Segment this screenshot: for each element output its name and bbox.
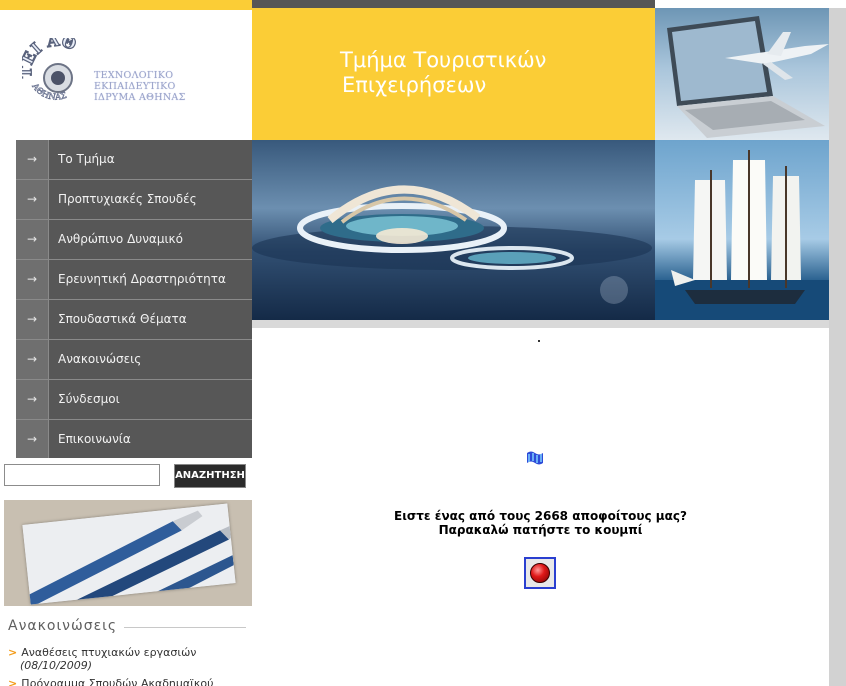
floating-island-resort-photo xyxy=(252,140,655,320)
menu-item-label: Σπουδαστικά Θέματα xyxy=(58,312,187,326)
menu-item-label: Προπτυχιακές Σπουδές xyxy=(58,192,197,206)
laptop-airplane-photo xyxy=(655,8,829,140)
arrow-right-icon: → xyxy=(16,420,49,459)
arrow-right-icon: → xyxy=(16,340,49,379)
pens-photo-frame xyxy=(22,503,236,605)
menu-item-label: Επικοινωνία xyxy=(58,432,131,446)
tei-seal-logo: ΤΕΙ ΑΘΗΝΑΣ ΑΘΗΝΑΣ xyxy=(22,38,80,103)
announcement-title: Αναθέσεις πτυχιακών εργασιών xyxy=(21,646,197,659)
red-button-icon xyxy=(530,563,550,583)
search-box: ΑΝΑΖΗΤΗΣΗ xyxy=(0,458,252,494)
dot-mark xyxy=(538,340,540,342)
alumni-prompt: Ειστε ένας από τους 2668 αποφοίτους μας?… xyxy=(252,509,829,537)
department-title: Τμήμα Τουριστικών Επιχειρήσεων xyxy=(340,48,546,98)
sailing-ship-photo xyxy=(655,140,829,320)
arrow-right-icon: → xyxy=(16,180,49,219)
right-margin-bar xyxy=(829,8,846,686)
main-menu: → Το Τμήμα → Προπτυχιακές Σπουδές → Ανθρ… xyxy=(16,140,252,460)
menu-item-student-affairs[interactable]: → Σπουδαστικά Θέματα xyxy=(16,300,252,340)
announcement-title: Πρόγραμμα Σπουδών Ακαδημαϊκού xyxy=(21,677,214,686)
top-yellow-strip xyxy=(0,0,252,10)
menu-item-label: Σύνδεσμοι xyxy=(58,392,120,406)
announcements-heading-rule xyxy=(124,627,246,628)
header-top-bar xyxy=(252,0,655,8)
announcement-date: (08/10/2009) xyxy=(20,659,92,672)
page: Τμήμα Τουριστικών Επιχειρήσεων Ειστε ένα… xyxy=(0,0,846,686)
arrow-right-icon: → xyxy=(16,300,49,339)
arrow-right-icon: → xyxy=(16,220,49,259)
announcements-heading: Ανακοινώσεις xyxy=(8,618,118,634)
logo-area[interactable]: ΤΕΙ ΑΘΗΝΑΣ ΑΘΗΝΑΣ ΤΕΧΝΟΛΟΓΙΚΟ ΕΚΠΑΙΔΕΥΤΙ… xyxy=(0,10,252,140)
institution-name: ΤΕΧΝΟΛΟΓΙΚΟ ΕΚΠΑΙΔΕΥΤΙΚΟ ΙΔΡΥΜΑ ΑΘΗΝΑΣ xyxy=(94,70,254,103)
menu-item-label: Ανακοινώσεις xyxy=(58,352,142,366)
main-content xyxy=(252,328,829,686)
bullet-arrow-icon: > xyxy=(8,677,18,686)
menu-item-announcements[interactable]: → Ανακοινώσεις xyxy=(16,340,252,380)
search-button[interactable]: ΑΝΑΖΗΤΗΣΗ xyxy=(174,464,246,488)
menu-item-label: Ανθρώπινο Δυναμικό xyxy=(58,232,183,246)
department-title-line1: Τμήμα Τουριστικών xyxy=(340,48,547,72)
bullet-arrow-icon: > xyxy=(8,646,18,659)
menu-item-undergraduate-studies[interactable]: → Προπτυχιακές Σπουδές xyxy=(16,180,252,220)
alumni-question: Ειστε ένας από τους 2668 αποφοίτους μας? xyxy=(394,509,687,523)
announcement-item[interactable]: > Πρόγραμμα Σπουδών Ακαδημαϊκού xyxy=(8,677,248,686)
institution-name-line1: ΤΕΧΝΟΛΟΓΙΚΟ ΕΚΠΑΙΔΕΥΤΙΚΟ xyxy=(94,70,176,92)
alumni-instruction: Παρακαλώ πατήστε το κουμπί xyxy=(438,523,643,537)
animated-flag-icon xyxy=(525,448,545,468)
pens-photo xyxy=(4,500,252,606)
alumni-red-button[interactable] xyxy=(524,557,556,589)
department-title-line2: Επιχειρήσεων xyxy=(342,73,487,97)
menu-item-research[interactable]: → Ερευνητική Δραστηριότητα xyxy=(16,260,252,300)
left-column: ΤΕΙ ΑΘΗΝΑΣ ΑΘΗΝΑΣ ΤΕΧΝΟΛΟΓΙΚΟ ΕΚΠΑΙΔΕΥΤΙ… xyxy=(0,0,252,686)
announcement-item[interactable]: > Αναθέσεις πτυχιακών εργασιών (08/10/200… xyxy=(8,646,248,672)
menu-item-staff[interactable]: → Ανθρώπινο Δυναμικό xyxy=(16,220,252,260)
arrow-right-icon: → xyxy=(16,140,49,179)
menu-item-links[interactable]: → Σύνδεσμοι xyxy=(16,380,252,420)
arrow-right-icon: → xyxy=(16,380,49,419)
menu-item-label: Ερευνητική Δραστηριότητα xyxy=(58,272,226,286)
menu-item-label: Το Τμήμα xyxy=(58,152,115,166)
arrow-right-icon: → xyxy=(16,260,49,299)
search-input[interactable] xyxy=(4,464,160,486)
institution-name-line2: ΙΔΡΥΜΑ ΑΘΗΝΑΣ xyxy=(94,92,186,103)
menu-item-contact[interactable]: → Επικοινωνία xyxy=(16,420,252,460)
content-divider xyxy=(252,320,829,328)
menu-item-department[interactable]: → Το Τμήμα xyxy=(16,140,252,180)
